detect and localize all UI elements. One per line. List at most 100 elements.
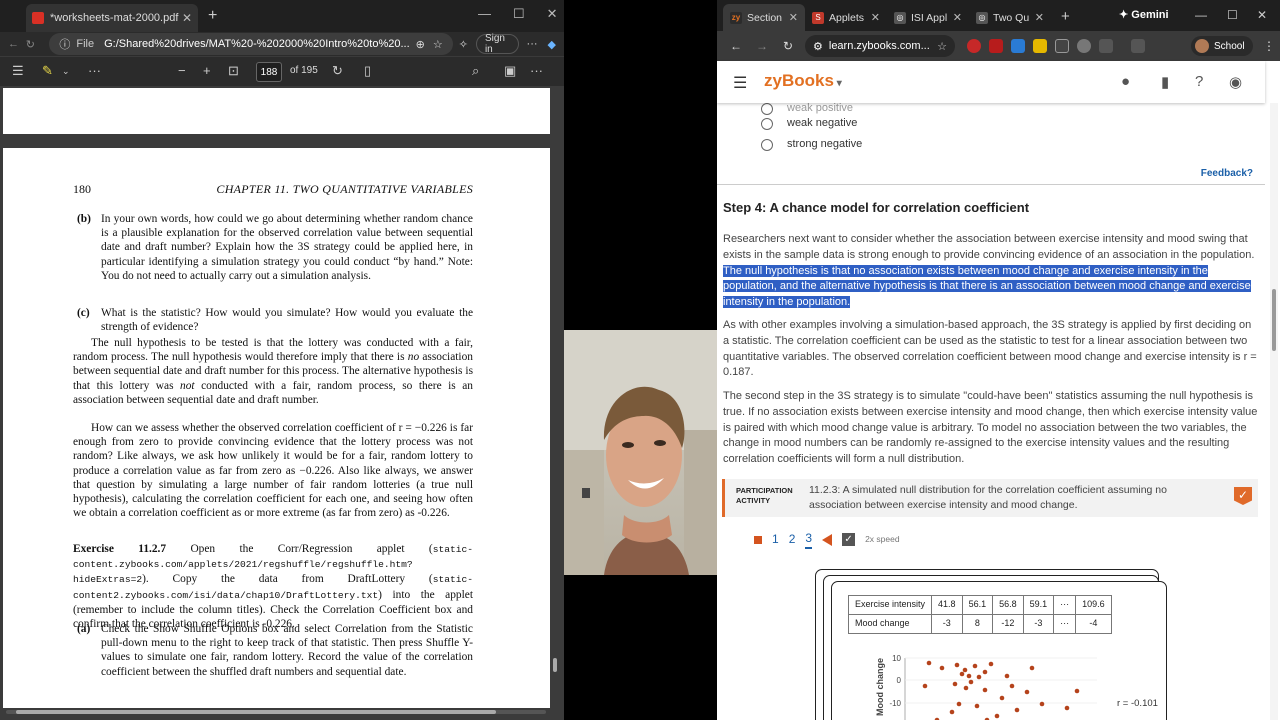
logo-text: zyBooks bbox=[764, 71, 834, 90]
page-scroll-thumb[interactable] bbox=[1272, 289, 1276, 351]
extension-icon[interactable] bbox=[1077, 39, 1091, 53]
sign-in-button[interactable]: Sign in bbox=[475, 33, 519, 55]
zoom-icon[interactable]: ⊕ bbox=[416, 38, 425, 51]
scatter-point bbox=[963, 685, 969, 691]
page-view-icon[interactable]: ▯ bbox=[364, 63, 371, 79]
notification-icon[interactable]: ● bbox=[1121, 73, 1130, 90]
cast-icon[interactable] bbox=[1131, 39, 1145, 53]
radio-button[interactable] bbox=[761, 117, 773, 130]
previous-page bbox=[3, 88, 550, 134]
more-tools-icon[interactable]: ··· bbox=[88, 63, 101, 78]
rotate-icon[interactable]: ↻ bbox=[332, 63, 343, 79]
highlighted-selection: The null hypothesis is that no associati… bbox=[723, 264, 1251, 309]
tab-applets[interactable]: S Applets ✕ bbox=[805, 4, 887, 31]
speed-label: 2x speed bbox=[865, 534, 900, 544]
step-1-button[interactable]: 1 bbox=[772, 532, 779, 548]
more-menu-icon[interactable]: ··· bbox=[527, 38, 538, 50]
zoom-in-icon[interactable]: + bbox=[203, 63, 211, 78]
scatter-point bbox=[956, 701, 962, 707]
bookmark-star-icon[interactable]: ☆ bbox=[937, 40, 947, 53]
close-tab-icon[interactable]: ✕ bbox=[1035, 11, 1044, 24]
close-tab-icon[interactable]: ✕ bbox=[789, 11, 798, 24]
pdf-vertical-scrollbar[interactable] bbox=[553, 88, 557, 708]
maximize-icon[interactable]: ☐ bbox=[1227, 8, 1238, 22]
back-icon[interactable]: ← bbox=[723, 39, 749, 53]
puzzle-icon[interactable] bbox=[1099, 39, 1113, 53]
presenter-video bbox=[564, 330, 717, 575]
scatter-point bbox=[939, 665, 945, 671]
pdf-hscroll-thumb[interactable] bbox=[16, 710, 496, 714]
scatter-point bbox=[1004, 673, 1010, 679]
step-2-button[interactable]: 2 bbox=[789, 532, 796, 548]
extension-icon[interactable] bbox=[967, 39, 981, 53]
pdf-scroll-thumb[interactable] bbox=[553, 658, 557, 672]
close-window-icon[interactable]: ✕ bbox=[1257, 8, 1267, 22]
tab-label: Section bbox=[747, 11, 783, 24]
highlight-icon[interactable]: ✎ bbox=[42, 63, 53, 79]
data-table: Exercise intensity 41.8 56.1 56.8 59.1 ·… bbox=[847, 595, 1112, 634]
close-tab-icon[interactable]: ✕ bbox=[182, 11, 192, 25]
bookmark-icon[interactable]: ▮ bbox=[1161, 73, 1169, 91]
tab-two-quant[interactable]: ◎ Two Qu ✕ bbox=[969, 4, 1051, 31]
extension-icon[interactable] bbox=[1055, 39, 1069, 53]
close-tab-icon[interactable]: ✕ bbox=[953, 11, 962, 24]
copilot-icon[interactable]: ◆ bbox=[548, 38, 556, 51]
new-tab-icon[interactable]: + bbox=[208, 7, 217, 25]
close-window-icon[interactable]: ✕ bbox=[547, 6, 558, 22]
favorites-icon[interactable]: ✧ bbox=[459, 38, 468, 51]
pdf-more-icon[interactable]: ··· bbox=[530, 63, 543, 78]
assess-paragraph: How can we assess whether the observed c… bbox=[73, 422, 473, 520]
gemini-button[interactable]: ✦ Gemini bbox=[1119, 8, 1169, 21]
stop-button[interactable] bbox=[754, 535, 762, 544]
maximize-icon[interactable]: ☐ bbox=[513, 6, 525, 22]
profile-button[interactable]: School bbox=[1191, 36, 1253, 56]
browser-menu-icon[interactable]: ⋮ bbox=[1263, 39, 1275, 53]
pdf-horizontal-scrollbar[interactable] bbox=[6, 710, 546, 714]
favorite-star-icon[interactable]: ☆ bbox=[433, 38, 443, 51]
activity-title: 11.2.3: A simulated null distribution fo… bbox=[809, 484, 1167, 511]
extension-icon[interactable] bbox=[1011, 39, 1025, 53]
tab-section[interactable]: zy Section ✕ bbox=[723, 4, 805, 31]
new-tab-icon[interactable]: + bbox=[1061, 8, 1070, 25]
page-number-input[interactable]: 188 bbox=[256, 62, 282, 82]
highlight-dropdown-icon[interactable]: ⌄ bbox=[62, 66, 70, 77]
extension-icon[interactable] bbox=[989, 39, 1003, 53]
radio-button[interactable] bbox=[761, 138, 773, 151]
option-weak-negative[interactable]: weak negative bbox=[761, 116, 857, 132]
pdf-tab[interactable]: *worksheets-mat-2000.pdf ✕ bbox=[26, 4, 198, 32]
account-icon[interactable]: ◉ bbox=[1229, 73, 1242, 91]
minimize-icon[interactable]: — bbox=[1195, 8, 1207, 22]
fit-page-icon[interactable]: ⊡ bbox=[228, 63, 239, 79]
contents-icon[interactable]: ☰ bbox=[12, 63, 24, 79]
back-icon[interactable]: ← bbox=[8, 38, 26, 50]
reload-icon[interactable]: ↻ bbox=[775, 39, 801, 53]
pdf-address-bar: ← ↻ ⓘ File G:/Shared%20drives/MAT%20-%20… bbox=[0, 32, 564, 56]
search-icon[interactable]: ⌕ bbox=[472, 63, 479, 79]
scatter-point bbox=[954, 662, 960, 668]
scatter-point bbox=[966, 673, 972, 679]
zybooks-logo[interactable]: zyBooks ▾ bbox=[764, 71, 842, 91]
radio-button[interactable] bbox=[761, 102, 773, 115]
address-field[interactable]: ⓘ File G:/Shared%20drives/MAT%20-%202000… bbox=[49, 33, 453, 55]
site-info-icon[interactable]: ⚙ bbox=[813, 40, 823, 53]
reload-icon[interactable]: ↻ bbox=[26, 38, 44, 51]
option-weak-positive[interactable]: weak positive bbox=[761, 101, 853, 117]
play-back-icon[interactable] bbox=[822, 533, 833, 546]
feedback-link[interactable]: Feedback? bbox=[1201, 166, 1253, 182]
profile-label: School bbox=[1214, 40, 1245, 52]
save-icon[interactable]: ▣ bbox=[504, 63, 516, 79]
step-3-button[interactable]: 3 bbox=[805, 531, 813, 549]
zoom-out-icon[interactable]: − bbox=[178, 63, 186, 78]
url-bar[interactable]: ⚙ learn.zybooks.com... ☆ bbox=[805, 35, 955, 57]
tab-isi-applets[interactable]: ◎ ISI Appl ✕ bbox=[887, 4, 969, 31]
option-strong-negative[interactable]: strong negative bbox=[761, 137, 862, 153]
hamburger-menu-icon[interactable]: ☰ bbox=[733, 73, 747, 93]
speed-checkbox[interactable]: ✓ bbox=[842, 533, 856, 547]
forward-icon[interactable]: → bbox=[749, 39, 775, 53]
page-scrollbar[interactable] bbox=[1270, 103, 1278, 720]
help-icon[interactable]: ? bbox=[1195, 73, 1203, 90]
folder-icon[interactable] bbox=[1033, 39, 1047, 53]
close-tab-icon[interactable]: ✕ bbox=[871, 11, 880, 24]
minimize-icon[interactable]: — bbox=[478, 6, 491, 22]
animation-controls: 1 2 3 ✓ 2x speed bbox=[754, 531, 900, 549]
